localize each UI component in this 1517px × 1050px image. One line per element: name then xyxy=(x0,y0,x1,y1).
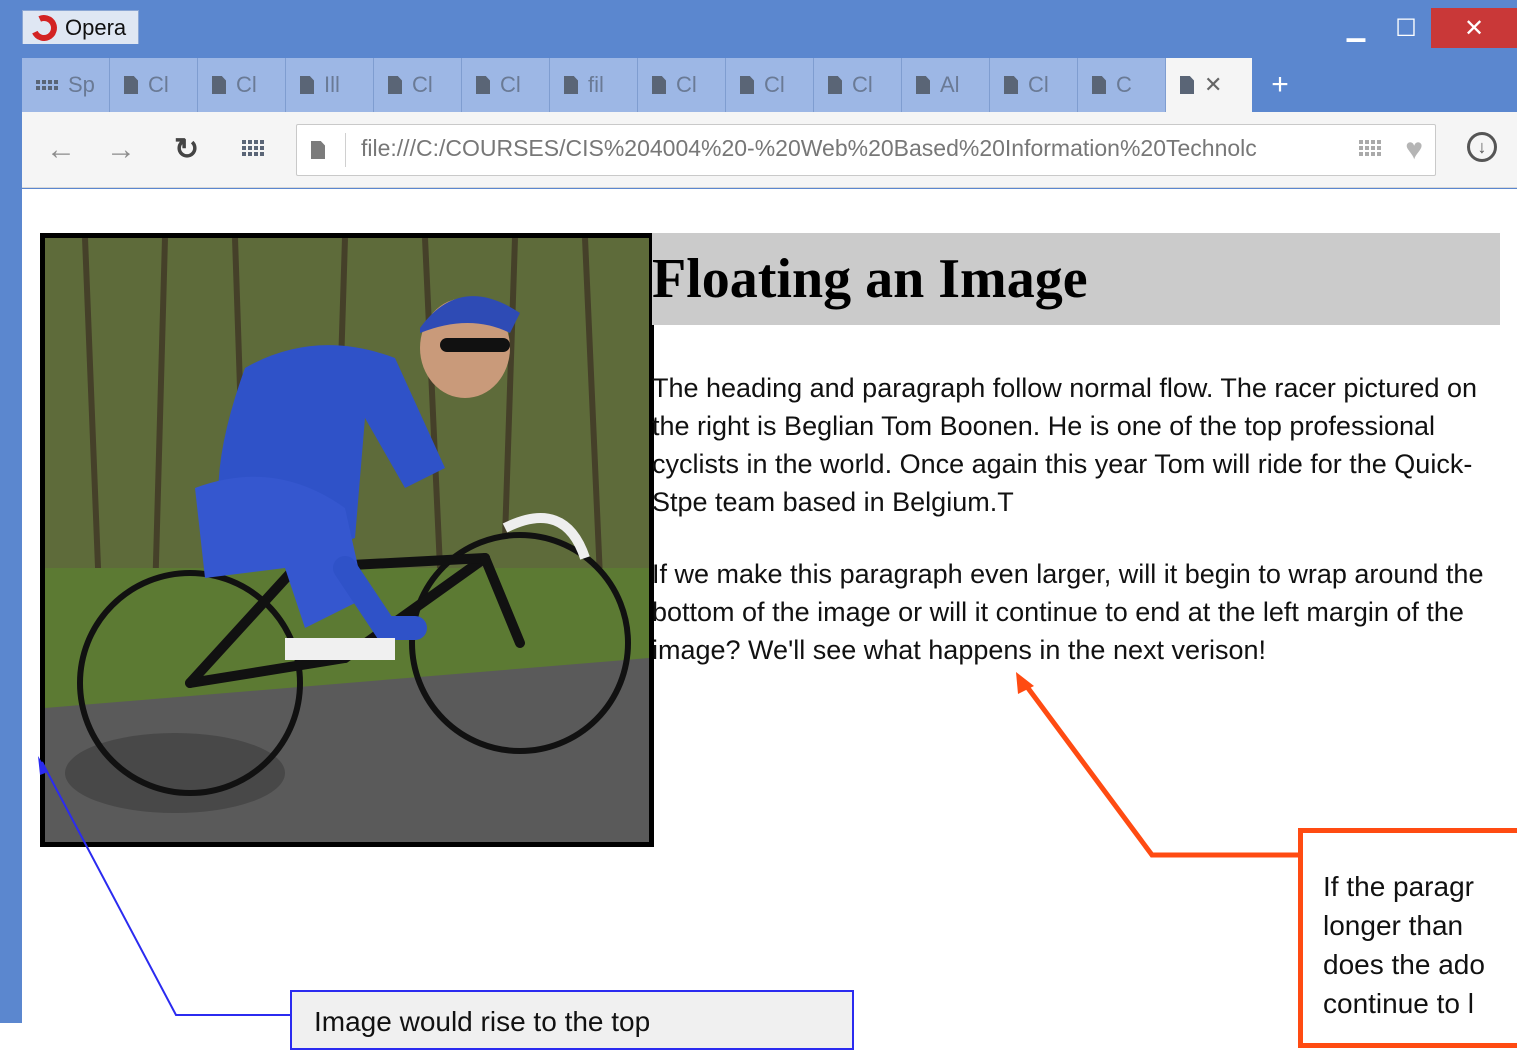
cyclist-photo-illustration xyxy=(45,238,649,842)
tab-label: Cl xyxy=(764,72,785,97)
red-note-line: does the ado xyxy=(1323,949,1485,980)
red-callout-note: If the paragr longer than does the ado c… xyxy=(1298,828,1517,1048)
tab-label: Cl xyxy=(852,72,873,97)
tab-speed-dial[interactable]: Sp xyxy=(22,58,110,112)
tab-label: Cl xyxy=(412,72,433,97)
tab-label: Cl xyxy=(148,72,169,97)
tab-label: Al xyxy=(940,72,960,97)
close-window-button[interactable]: ✕ xyxy=(1431,8,1517,48)
red-note-line: If the paragr xyxy=(1323,871,1474,902)
tab-page[interactable]: Al xyxy=(902,58,990,112)
reload-icon[interactable]: ↻ xyxy=(174,132,199,168)
window-controls: ▁ ☐ ✕ xyxy=(1331,8,1517,48)
tab-label: Ill xyxy=(324,72,340,97)
page-info-icon[interactable] xyxy=(311,141,325,159)
red-note-line: continue to l xyxy=(1323,988,1474,1019)
page-heading: Floating an Image xyxy=(652,233,1500,325)
document-icon xyxy=(1180,76,1194,94)
document-icon xyxy=(1092,76,1106,94)
paragraph-1: The heading and paragraph follow normal … xyxy=(652,373,1478,517)
tab-label: fil xyxy=(588,72,604,97)
tab-active[interactable]: ✕ xyxy=(1166,58,1252,112)
tab-label: C xyxy=(1116,72,1132,97)
tab-page[interactable]: Cl xyxy=(726,58,814,112)
document-icon xyxy=(1004,76,1018,94)
tab-page[interactable]: C xyxy=(1078,58,1166,112)
maximize-button[interactable]: ☐ xyxy=(1381,8,1431,48)
document-icon xyxy=(916,76,930,94)
document-icon xyxy=(124,76,138,94)
paragraph-2: If we make this paragraph even larger, w… xyxy=(652,559,1484,665)
document-icon xyxy=(212,76,226,94)
tab-label: Cl xyxy=(676,72,697,97)
speed-dial-add-icon[interactable] xyxy=(1359,140,1381,156)
tab-page[interactable]: Cl xyxy=(638,58,726,112)
cyclist-photo xyxy=(40,233,654,847)
document-icon xyxy=(740,76,754,94)
document-icon xyxy=(652,76,666,94)
close-tab-icon[interactable]: ✕ xyxy=(1204,72,1222,98)
tab-page[interactable]: Cl xyxy=(198,58,286,112)
back-arrow-icon[interactable]: ← xyxy=(46,132,76,168)
bookmark-heart-icon[interactable]: ♥ xyxy=(1405,133,1423,167)
tab-label: Cl xyxy=(1028,72,1049,97)
document-icon xyxy=(300,76,314,94)
document-icon xyxy=(564,76,578,94)
minimize-icon: ▁ xyxy=(1346,14,1366,42)
address-bar[interactable]: file:///C:/COURSES/CIS%204004%20-%20Web%… xyxy=(296,124,1436,176)
tab-label: Cl xyxy=(500,72,521,97)
address-separator xyxy=(345,133,346,167)
speed-dial-icon xyxy=(36,80,58,90)
new-tab-button[interactable]: + xyxy=(1252,58,1308,112)
tab-page[interactable]: Cl xyxy=(814,58,902,112)
document-icon xyxy=(476,76,490,94)
app-name: Opera xyxy=(65,14,127,40)
opera-menu-button[interactable]: Opera xyxy=(22,10,140,45)
tab-label: Sp xyxy=(68,72,95,97)
tab-page[interactable]: Ill xyxy=(286,58,374,112)
tab-page[interactable]: Cl xyxy=(374,58,462,112)
blue-note-text: Image would rise to the top xyxy=(314,1006,651,1037)
tab-page[interactable]: Cl xyxy=(462,58,550,112)
document-icon xyxy=(388,76,402,94)
document-icon xyxy=(828,76,842,94)
minimize-button[interactable]: ▁ xyxy=(1331,8,1381,48)
title-bar: Opera ▁ ☐ ✕ xyxy=(0,0,1517,56)
page-content: Floating an Image The heading and paragr… xyxy=(22,189,1517,1023)
download-icon[interactable]: ↓ xyxy=(1467,132,1497,162)
tab-page[interactable]: fil xyxy=(550,58,638,112)
blue-callout-note: Image would rise to the top xyxy=(290,990,854,1050)
url-text[interactable]: file:///C:/COURSES/CIS%204004%20-%20Web%… xyxy=(361,135,1351,162)
opera-logo-icon xyxy=(27,10,61,45)
speed-dial-icon[interactable] xyxy=(242,140,264,156)
maximize-icon: ☐ xyxy=(1395,14,1417,42)
close-icon: ✕ xyxy=(1463,14,1485,42)
tab-label: Cl xyxy=(236,72,257,97)
red-note-line: longer than xyxy=(1323,910,1464,941)
navigation-toolbar: ← → ↻ file:///C:/COURSES/CIS%204004%20-%… xyxy=(22,112,1517,188)
browser-window: Opera ▁ ☐ ✕ Sp Cl Cl Ill Cl Cl fil Cl Cl… xyxy=(0,0,1517,1023)
tab-bar: Sp Cl Cl Ill Cl Cl fil Cl Cl Cl Al Cl C … xyxy=(22,58,1517,112)
tab-page[interactable]: Cl xyxy=(990,58,1078,112)
tab-page[interactable]: Cl xyxy=(110,58,198,112)
forward-arrow-icon[interactable]: → xyxy=(106,132,136,168)
